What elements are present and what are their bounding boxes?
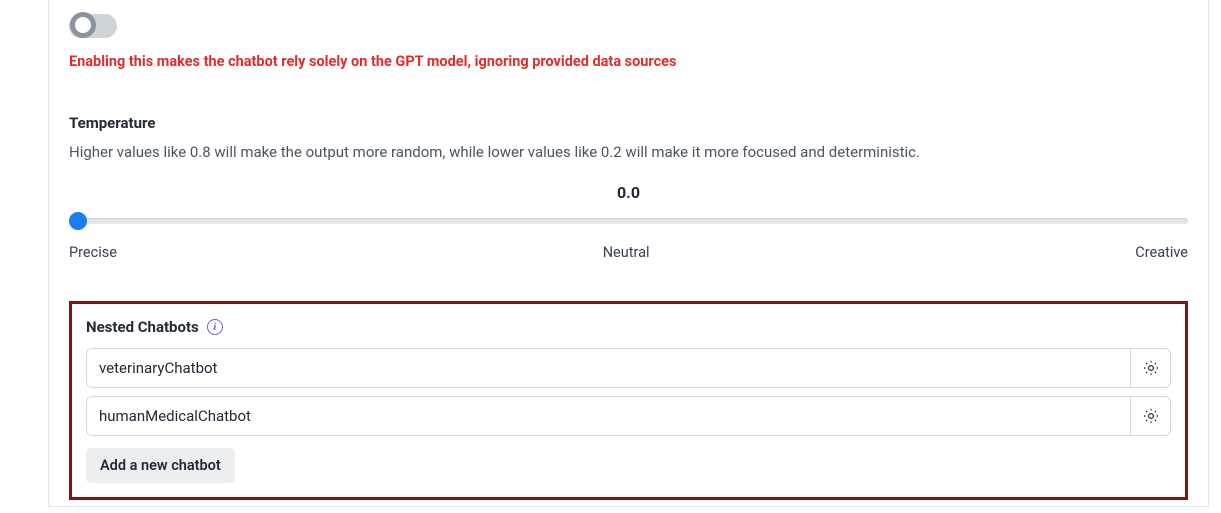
temperature-value: 0.0 <box>69 183 1188 202</box>
slider-label-precise: Precise <box>69 244 117 261</box>
ignore-sources-toggle[interactable] <box>69 14 117 38</box>
slider-label-creative: Creative <box>1135 244 1188 261</box>
nested-chatbot-row <box>86 348 1171 388</box>
gear-icon <box>1142 359 1160 377</box>
nested-chatbot-settings-button[interactable] <box>1131 348 1171 388</box>
temperature-help-text: Higher values like 0.8 will make the out… <box>69 142 1188 163</box>
nested-chatbots-section: Nested Chatbots i Add a new chatbot <box>69 301 1188 500</box>
add-chatbot-button[interactable]: Add a new chatbot <box>86 448 235 483</box>
gear-icon <box>1142 407 1160 425</box>
settings-panel: Ignore the uploaded data sources Enablin… <box>48 0 1209 507</box>
nested-chatbot-name-input[interactable] <box>86 396 1131 436</box>
toggle-knob <box>70 12 96 38</box>
slider-track <box>77 218 1188 224</box>
nested-chatbot-settings-button[interactable] <box>1131 396 1171 436</box>
slider-label-neutral: Neutral <box>603 244 650 261</box>
nested-chatbot-row <box>86 396 1171 436</box>
nested-chatbot-name-input[interactable] <box>86 348 1131 388</box>
ignore-sources-warning: Enabling this makes the chatbot rely sol… <box>69 52 1188 72</box>
slider-thumb[interactable] <box>69 212 87 230</box>
info-icon[interactable]: i <box>207 319 223 335</box>
temperature-label: Temperature <box>69 114 1188 132</box>
temperature-slider[interactable] <box>69 212 1188 230</box>
nested-chatbots-title: Nested Chatbots <box>86 318 199 336</box>
